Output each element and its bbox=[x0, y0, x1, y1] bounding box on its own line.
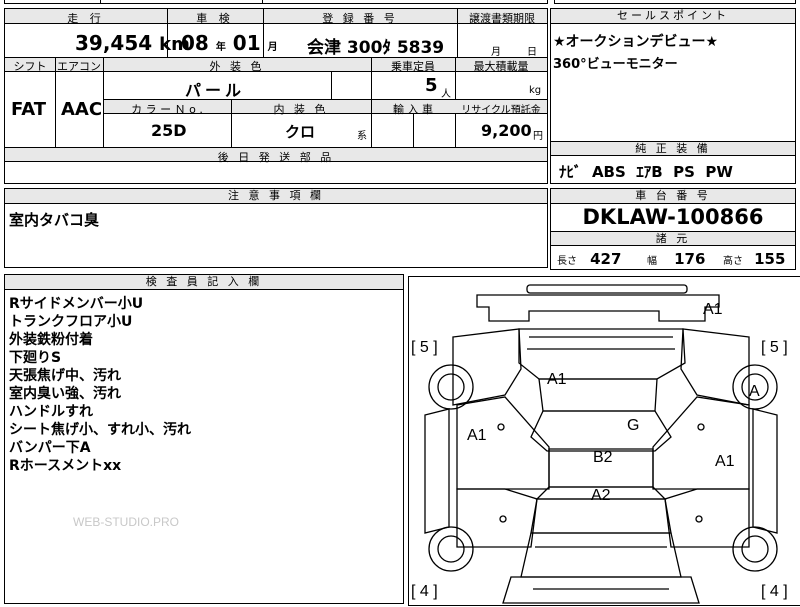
aircon-header: エアコン bbox=[57, 60, 101, 73]
tire-front-right: [ 4 ] bbox=[761, 583, 788, 600]
exterior-value: パール bbox=[185, 81, 246, 100]
inspector-note: 天張焦げ中、汚れ bbox=[9, 368, 121, 384]
height-label: 高さ bbox=[723, 256, 743, 267]
inspector-note: 下廻りS bbox=[9, 350, 62, 366]
equipment-value: ﾅﾋﾞ ABS ｴｱB PS PW bbox=[559, 163, 733, 181]
inspection-month-unit: 月 bbox=[267, 42, 278, 53]
caution-text: 室内タバコ臭 bbox=[9, 211, 100, 229]
color-no-header: カ ラ ー Ｎ o . bbox=[131, 103, 203, 116]
mileage-value: 39,454 bbox=[75, 31, 153, 55]
caution-header: 注 意 事 項 欄 bbox=[5, 189, 547, 204]
inspector-note: トランクフロア小U bbox=[9, 314, 133, 330]
inspector-note: シート焦げ小、すれ小、汚れ bbox=[9, 422, 191, 438]
mileage-header: 走 行 bbox=[67, 12, 105, 25]
loadcap-unit: kg bbox=[529, 85, 542, 96]
shift-header: シフト bbox=[13, 60, 47, 73]
sales-point-line-2: 360°ビューモニター bbox=[553, 57, 678, 72]
chassis-number: DKLAW-100866 bbox=[582, 205, 764, 229]
length-value: 427 bbox=[590, 250, 622, 268]
inspector-note: Rホースメントxx bbox=[9, 458, 122, 474]
recycle-value: 9,200 bbox=[481, 121, 532, 140]
shift-value: FAT bbox=[11, 99, 47, 120]
inspector-note: 室内臭い強、汚れ bbox=[9, 386, 121, 402]
inspector-box: 検 査 員 記 入 欄 Rサイドメンバー小U トランクフロア小U 外装鉄粉付着 … bbox=[4, 274, 404, 604]
damage-mark-right-door: A1 bbox=[715, 453, 735, 470]
watermark: WEB-STUDIO.PRO bbox=[73, 515, 180, 529]
registration-header: 登 録 番 号 bbox=[322, 12, 398, 25]
inspector-notes: Rサイドメンバー小U トランクフロア小U 外装鉄粉付着 下廻りS 天張焦げ中、汚… bbox=[9, 295, 191, 475]
tire-rear-left: [ 5 ] bbox=[411, 339, 438, 356]
deferred-parts-header: 後 日 発 送 部 品 bbox=[217, 151, 335, 164]
color-no-value: 25D bbox=[151, 121, 187, 140]
interior-unit: 系 bbox=[357, 131, 367, 142]
height-value: 155 bbox=[754, 250, 786, 268]
inspection-month: 01 bbox=[232, 31, 261, 55]
damage-mark-roof-b2: B2 bbox=[593, 449, 613, 466]
aircon-value: AAC bbox=[61, 99, 103, 120]
interior-header: 内 装 色 bbox=[273, 103, 329, 116]
capacity-unit: 人 bbox=[441, 89, 451, 100]
inspection-header: 車 検 bbox=[196, 12, 234, 25]
vehicle-info-table: 走 行 車 検 登 録 番 号 譲渡書類期限 39,454 km 08 年 01… bbox=[4, 8, 548, 184]
damage-mark-hood: A2 bbox=[591, 487, 611, 504]
inspector-note: バンパー下A bbox=[9, 440, 91, 456]
capacity-header: 乗車定員 bbox=[391, 60, 435, 73]
recycle-header: リサイクル預託金 bbox=[461, 105, 541, 116]
damage-mark-rear-bumper: A1 bbox=[703, 301, 723, 318]
capacity-value: 5 bbox=[425, 75, 438, 96]
spec-header: 諸 元 bbox=[551, 232, 795, 246]
chassis-box: 車 台 番 号 DKLAW-100866 諸 元 長さ 427 幅 176 高さ… bbox=[550, 188, 796, 270]
inspector-note: ハンドルすれ bbox=[9, 404, 93, 420]
sales-point-box: セールスポイント ★オークションデビュー★ 360°ビューモニター 純 正 装 … bbox=[550, 8, 796, 184]
damage-diagram: [ 5 ] [ 5 ] [ 4 ] [ 4 ] A1 A1 A G A1 B2 … bbox=[408, 276, 800, 606]
width-value: 176 bbox=[674, 250, 706, 268]
damage-mark-right-rear-wheel: A bbox=[749, 383, 760, 400]
transfer-day-unit: 日 bbox=[527, 47, 537, 58]
registration-value: 会津 300ﾀ 5839 bbox=[307, 38, 445, 58]
transfer-header: 譲渡書類期限 bbox=[469, 12, 535, 25]
chassis-header: 車 台 番 号 bbox=[551, 189, 795, 204]
damage-mark-roof-g: G bbox=[627, 417, 640, 434]
interior-value: クロ bbox=[285, 123, 316, 141]
inspector-header: 検 査 員 記 入 欄 bbox=[5, 275, 403, 290]
transfer-month-unit: 月 bbox=[491, 47, 501, 58]
caution-box: 注 意 事 項 欄 室内タバコ臭 bbox=[4, 188, 548, 268]
inspection-year-unit: 年 bbox=[215, 42, 226, 53]
top-strip-right bbox=[554, 0, 796, 4]
inspection-year: 08 bbox=[181, 31, 209, 55]
damage-mark-left-door: A1 bbox=[467, 427, 487, 444]
tire-front-left: [ 4 ] bbox=[411, 583, 438, 600]
equipment-header: 純 正 装 備 bbox=[551, 142, 795, 156]
length-label: 長さ bbox=[557, 256, 577, 267]
damage-mark-trunk: A1 bbox=[547, 371, 567, 388]
sales-point-line-1: ★オークションデビュー★ bbox=[553, 34, 719, 50]
recycle-unit: 円 bbox=[533, 131, 543, 142]
sales-point-header: セールスポイント bbox=[551, 9, 795, 24]
top-strip bbox=[4, 0, 548, 4]
inspector-note: Rサイドメンバー小U bbox=[9, 296, 144, 312]
loadcap-header: 最大積載量 bbox=[473, 60, 529, 73]
tire-rear-right: [ 5 ] bbox=[761, 339, 788, 356]
inspector-note: 外装鉄粉付着 bbox=[9, 332, 93, 348]
width-label: 幅 bbox=[647, 256, 657, 267]
